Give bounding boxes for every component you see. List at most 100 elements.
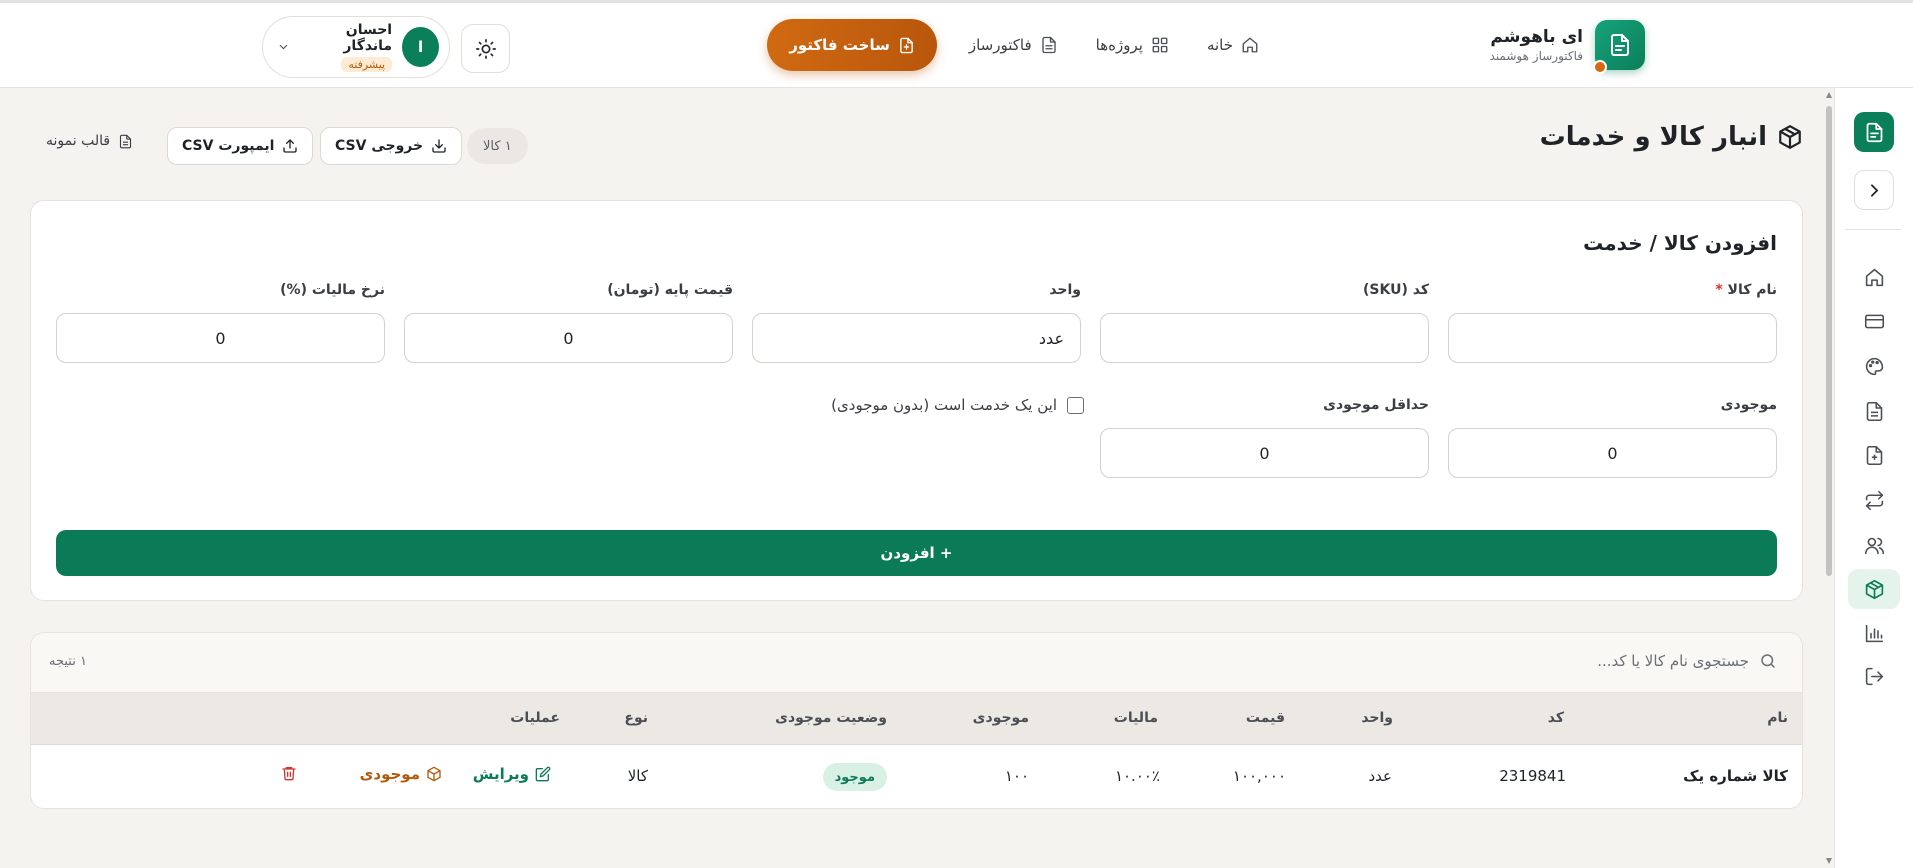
add-item-form: افزودن کالا / خدمت نام کالا * کد (SKU) و… xyxy=(30,200,1803,601)
column-header-type[interactable]: نوع xyxy=(624,710,648,726)
document-icon xyxy=(1611,34,1629,56)
file-plus-icon xyxy=(1866,445,1882,465)
user-menu[interactable]: ا احسان ماندگار پیشرفته xyxy=(262,16,450,78)
delete-button[interactable] xyxy=(281,765,297,781)
sun-icon xyxy=(475,38,496,59)
results-count: ۱ نتیجه xyxy=(49,654,87,669)
main-nav: خانه پروژه‌ها فاکتورساز ساخت فاکتور xyxy=(767,19,1273,71)
cell-stock: ۱۰۰ xyxy=(1004,767,1029,785)
table-toolbar: جستجوی نام کالا یا کد... ۱ نتیجه xyxy=(31,633,1802,693)
inventory-table: جستجوی نام کالا یا کد... ۱ نتیجه نام کد … xyxy=(30,632,1803,809)
sidebar-item-home[interactable] xyxy=(1854,257,1894,297)
edit-button[interactable]: ویرایش xyxy=(473,765,551,783)
column-header-price[interactable]: قیمت xyxy=(1246,710,1285,726)
sidebar-expand-button[interactable] xyxy=(1854,170,1894,210)
export-csv-button[interactable]: خروجی CSV xyxy=(320,127,463,165)
inventory-label: موجودی xyxy=(359,765,420,783)
service-checkbox-row[interactable]: این یک خدمت است (بدون موجودی) xyxy=(831,396,1084,414)
package-icon xyxy=(1779,125,1801,149)
sidebar-item-reports[interactable] xyxy=(1854,613,1894,653)
brand[interactable]: ای باهوشم فاکتورساز هوشمند xyxy=(1490,20,1645,74)
download-icon xyxy=(432,139,446,153)
import-csv-label: ایمپورت CSV xyxy=(182,138,275,154)
package-icon xyxy=(1865,579,1883,599)
page-scrollbar[interactable] xyxy=(1824,88,1834,868)
theme-toggle-button[interactable] xyxy=(461,24,510,73)
file-text-icon xyxy=(1866,401,1882,421)
logout-icon xyxy=(1865,667,1883,685)
document-icon xyxy=(1866,122,1882,142)
palette-icon xyxy=(1865,357,1883,375)
nav-invoice-builder[interactable]: فاکتورساز xyxy=(955,20,1072,70)
cell-type: کالا xyxy=(627,767,648,785)
cell-tax: ۱۰.۰۰٪ xyxy=(1114,767,1160,785)
export-csv-label: خروجی CSV xyxy=(335,138,424,154)
cell-code: 2319841 xyxy=(1499,767,1566,785)
sidebar-item-transfers[interactable] xyxy=(1854,480,1894,520)
stock-input[interactable]: 0 xyxy=(1448,428,1777,478)
search-placeholder: جستجوی نام کالا یا کد... xyxy=(1597,652,1749,670)
sidebar-item-invoices[interactable] xyxy=(1854,391,1894,431)
tax-rate-label: نرخ مالیات (%) xyxy=(280,282,385,298)
add-item-button[interactable]: + افزودن xyxy=(56,530,1777,576)
column-header-stock[interactable]: موجودی xyxy=(973,710,1029,726)
service-checkbox-label: این یک خدمت است (بدون موجودی) xyxy=(831,396,1057,414)
page-title: انبار کالا و خدمات xyxy=(1539,122,1767,152)
sample-template-link[interactable]: قالب نمونه xyxy=(46,133,133,149)
import-csv-button[interactable]: ایمپورت CSV xyxy=(167,127,314,165)
sidebar-item-new-invoice[interactable] xyxy=(1854,435,1894,475)
plan-badge: پیشرفته xyxy=(341,57,393,72)
repeat-icon xyxy=(1865,490,1883,510)
create-invoice-label: ساخت فاکتور xyxy=(789,36,890,54)
search-icon xyxy=(1761,654,1775,668)
stock-label: موجودی xyxy=(1720,397,1777,413)
service-checkbox[interactable] xyxy=(1067,396,1084,414)
column-header-tax[interactable]: مالیات xyxy=(1114,710,1158,726)
sidebar-item-customers[interactable] xyxy=(1854,525,1894,565)
search-input[interactable]: جستجوی نام کالا یا کد... xyxy=(1597,652,1777,670)
brand-logo xyxy=(1593,20,1645,74)
inventory-button[interactable]: موجودی xyxy=(360,765,442,783)
sidebar-item-theme[interactable] xyxy=(1854,346,1894,386)
file-text-icon xyxy=(119,134,132,148)
sidebar-item-inventory[interactable] xyxy=(1848,569,1900,609)
create-invoice-button[interactable]: ساخت فاکتور xyxy=(767,19,937,71)
users-icon xyxy=(1864,537,1884,554)
item-count-badge: ۱ کالا xyxy=(467,128,528,164)
bar-chart-icon xyxy=(1865,624,1883,642)
column-header-code[interactable]: کد xyxy=(1548,710,1564,726)
tax-rate-input[interactable]: 0 xyxy=(56,313,385,363)
sidebar-logo[interactable] xyxy=(1854,112,1894,152)
nav-projects[interactable]: پروژه‌ها xyxy=(1082,20,1183,70)
credit-card-icon xyxy=(1864,314,1884,328)
min-stock-input[interactable]: 0 xyxy=(1100,428,1429,478)
home-icon xyxy=(1865,268,1883,286)
nav-home[interactable]: خانه xyxy=(1193,20,1273,70)
home-icon xyxy=(1242,37,1258,53)
min-stock-label: حداقل موجودی xyxy=(1323,397,1429,413)
trash-icon xyxy=(282,767,296,781)
nav-invoice-builder-label: فاکتورساز xyxy=(968,36,1032,54)
column-header-name[interactable]: نام xyxy=(1767,710,1788,726)
sidebar-item-logout[interactable] xyxy=(1854,656,1894,696)
page-header: انبار کالا و خدمات xyxy=(1540,122,1803,152)
sidebar-divider xyxy=(1845,229,1901,230)
form-title: افزودن کالا / خدمت xyxy=(1583,231,1777,255)
brand-name: ای باهوشم xyxy=(1490,27,1583,47)
top-header: ای باهوشم فاکتورساز هوشمند خانه پروژه‌ها… xyxy=(0,3,1913,88)
table-row[interactable]: کالا شماره یک 2319841 عدد ۱۰۰,۰۰۰ ۱۰.۰۰٪… xyxy=(31,745,1802,808)
base-price-input[interactable]: 0 xyxy=(404,313,733,363)
grid-icon xyxy=(1152,37,1168,53)
sku-input[interactable] xyxy=(1100,313,1429,363)
unit-input[interactable]: عدد xyxy=(752,313,1081,363)
column-header-unit[interactable]: واحد xyxy=(1361,710,1393,726)
edit-icon xyxy=(535,766,551,782)
name-input[interactable] xyxy=(1448,313,1777,363)
sidebar-item-payments[interactable] xyxy=(1854,301,1894,341)
cell-name: کالا شماره یک xyxy=(1683,767,1788,785)
file-text-icon xyxy=(1041,36,1056,54)
upload-icon xyxy=(283,139,298,153)
column-header-stock-status[interactable]: وضعیت موجودی xyxy=(775,710,887,726)
avatar: ا xyxy=(402,27,439,67)
file-plus-icon xyxy=(899,37,913,53)
